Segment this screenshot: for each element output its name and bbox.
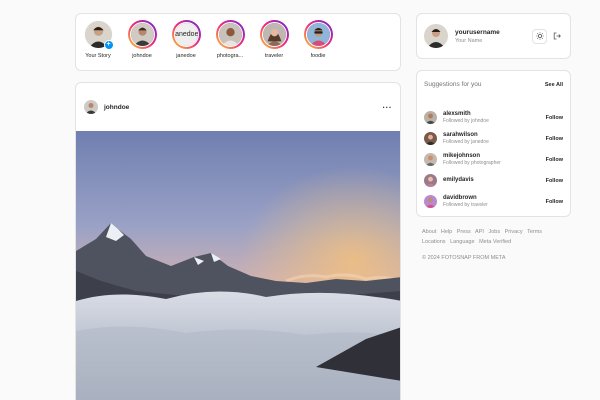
avatar-placeholder-text: janedoe [174,23,198,46]
footer-link-jobs[interactable]: Jobs [488,229,500,235]
see-all-link[interactable]: See All [545,82,563,88]
profile-name: Your Name [455,37,483,44]
story-traveler[interactable]: traveler [258,20,290,70]
more-options-icon[interactable]: ··· [383,103,393,112]
follow-button[interactable]: Follow [546,115,563,121]
suggestions-card: Suggestions for you See All alexsmith Fo… [416,70,571,217]
suggestion-subtext: Followed by traveler [443,202,488,208]
footer-link-language[interactable]: Language [450,239,474,245]
avatar[interactable] [424,24,448,48]
story-label: foodie [310,53,326,59]
avatar: janedoe [173,22,199,47]
copyright: © 2024 FOTOSNAP FROM META [422,255,506,261]
suggestions-header: Suggestions for you See All [424,81,563,88]
post-header: johndoe ··· [76,83,400,131]
follow-button[interactable]: Follow [546,178,563,184]
suggestion-subtext: Followed by johndoe [443,118,489,124]
suggestion-username[interactable]: emilydavis [443,177,546,183]
sun-icon[interactable] [532,28,547,44]
suggestion-row: davidbrown Followed by traveler Follow [424,191,563,212]
footer-links: About Help Press API Jobs Privacy Terms … [422,227,572,247]
avatar [261,22,287,47]
suggestion-info: sarahwilson Followed by janedoe [443,132,546,145]
story-label: janedoe [176,53,196,59]
suggestion-info: alexsmith Followed by johndoe [443,111,546,124]
avatar [129,22,155,47]
avatar[interactable] [424,174,437,187]
follow-button[interactable]: Follow [546,136,563,142]
suggestion-username[interactable]: alexsmith [443,111,546,117]
story-johndoe[interactable]: johndoe [126,20,158,70]
story-ring [303,20,333,49]
story-ring: janedoe [171,20,201,49]
avatar [305,22,331,47]
follow-button[interactable]: Follow [546,199,563,205]
story-label: photogra... [216,53,244,59]
footer-link-about[interactable]: About [422,229,436,235]
post-image[interactable] [76,131,401,400]
story-janedoe[interactable]: janedoe janedoe [170,20,202,70]
avatar[interactable] [424,132,437,145]
footer-link-press[interactable]: Press [457,229,471,235]
app-root: + Your Story johndoe janedoe janedoe pho… [0,0,600,400]
footer-link-privacy[interactable]: Privacy [505,229,523,235]
story-ring: + [83,20,114,50]
profile-text: yourusername Your Name [455,29,528,44]
avatar[interactable] [424,111,437,124]
suggestion-row: mikejohnson Followed by photographer Fol… [424,149,563,170]
follow-button[interactable]: Follow [546,157,563,163]
story-foodie[interactable]: foodie [302,20,334,70]
stories-bar: + Your Story johndoe janedoe janedoe pho… [75,13,401,71]
footer-link-locations[interactable]: Locations [422,239,446,245]
post-username[interactable]: johndoe [104,104,383,111]
story-label: traveler [264,53,284,59]
post-avatar[interactable] [84,100,98,114]
story-label: johndoe [132,53,152,59]
add-story-icon[interactable]: + [103,40,114,50]
suggestion-info: mikejohnson Followed by photographer [443,153,546,166]
story-ring [259,20,289,49]
suggestion-row: emilydavis Follow [424,170,563,191]
footer-link-meta-verified[interactable]: Meta Verified [479,239,511,245]
suggestion-row: alexsmith Followed by johndoe Follow [424,107,563,128]
suggestion-row: sarahwilson Followed by janedoe Follow [424,128,563,149]
suggestion-username[interactable]: davidbrown [443,195,546,201]
suggestion-username[interactable]: mikejohnson [443,153,546,159]
avatar [217,22,243,47]
suggestion-info: emilydavis [443,177,546,184]
feed-post: johndoe ··· [75,82,401,400]
avatar[interactable] [424,153,437,166]
footer: About Help Press API Jobs Privacy Terms … [422,227,572,263]
logout-icon[interactable] [551,29,563,44]
story-ring [127,20,157,49]
story-your-story[interactable]: + Your Story [82,20,114,70]
footer-link-help[interactable]: Help [441,229,452,235]
story-label: Your Story [85,53,111,59]
footer-link-api[interactable]: API [475,229,484,235]
profile-card: yourusername Your Name [416,13,571,59]
suggestion-username[interactable]: sarahwilson [443,132,546,138]
avatar[interactable] [424,195,437,208]
story-ring [215,20,245,49]
footer-link-terms[interactable]: Terms [527,229,542,235]
suggestion-subtext: Followed by photographer [443,160,501,166]
suggestions-title: Suggestions for you [424,81,482,88]
suggestion-subtext: Followed by janedoe [443,139,489,145]
suggestion-info: davidbrown Followed by traveler [443,195,546,208]
profile-username[interactable]: yourusername [455,29,528,36]
story-photographer[interactable]: photogra... [214,20,246,70]
